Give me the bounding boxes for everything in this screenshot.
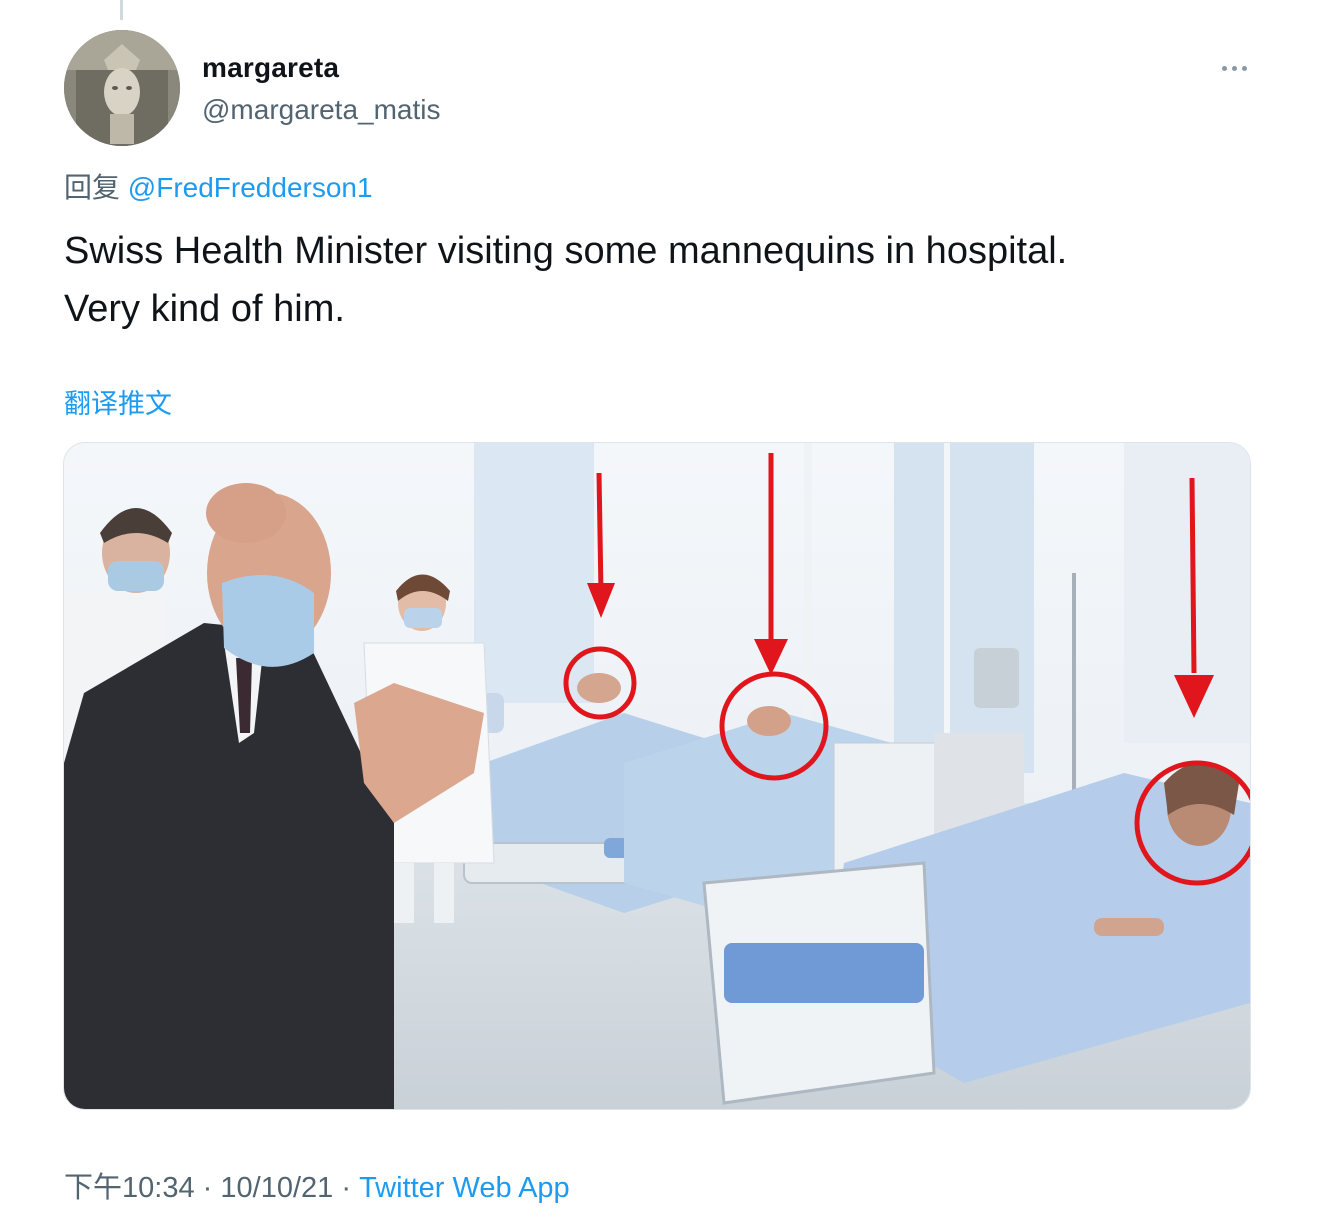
tweet-source-link[interactable]: Twitter Web App bbox=[359, 1172, 570, 1204]
tweet-time[interactable]: 下午10:34 bbox=[64, 1172, 195, 1204]
more-horizontal-icon-dot bbox=[1241, 65, 1247, 71]
reply-context: 回复 @FredFredderson1 bbox=[64, 166, 373, 206]
more-horizontal-icon-dot bbox=[1231, 65, 1237, 71]
user-handle[interactable]: @margareta_matis bbox=[202, 94, 441, 126]
thread-connector-line bbox=[120, 0, 123, 20]
tweet-detail: margareta @margareta_matis 回复 @FredFredd… bbox=[0, 0, 1330, 1232]
reply-mention-link[interactable]: @FredFredderson1 bbox=[128, 172, 373, 203]
tweet-metadata: 下午10:34 · 10/10/21 · Twitter Web App bbox=[64, 1164, 570, 1206]
meta-separator-2: · bbox=[341, 1172, 351, 1204]
tweet-date[interactable]: 10/10/21 bbox=[220, 1172, 333, 1204]
avatar[interactable] bbox=[64, 30, 180, 146]
tweet-text: Swiss Health Minister visiting some mann… bbox=[64, 230, 1068, 330]
more-horizontal-icon bbox=[1221, 65, 1227, 71]
reply-prefix: 回复 bbox=[64, 172, 121, 203]
display-name[interactable]: margareta bbox=[202, 52, 339, 84]
tweet-photo[interactable] bbox=[63, 442, 1251, 1110]
more-options-button[interactable] bbox=[1214, 52, 1254, 84]
translate-tweet-link[interactable]: 翻译推文 bbox=[64, 382, 172, 421]
meta-separator: · bbox=[202, 1172, 213, 1204]
